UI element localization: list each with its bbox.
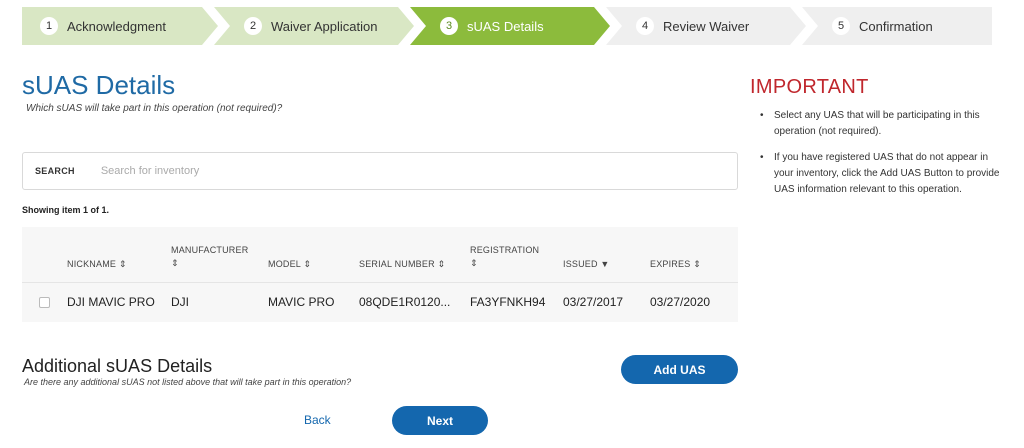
column-header-expires[interactable]: EXPIRES ⇕ bbox=[650, 258, 701, 271]
column-header-label: SERIAL NUMBER bbox=[359, 259, 435, 269]
cell-nickname: DJI MAVIC PRO bbox=[67, 295, 155, 309]
progress-stepper: 1 Acknowledgment 2 Waiver Application 3 … bbox=[22, 7, 992, 45]
cell-model: MAVIC PRO bbox=[268, 295, 335, 309]
sort-icon: ⇕ bbox=[470, 258, 478, 268]
step-number: 1 bbox=[40, 17, 58, 35]
search-bar: SEARCH bbox=[22, 152, 738, 190]
important-item: Select any UAS that will be participatin… bbox=[760, 108, 1000, 140]
column-header-label: REGISTRATION bbox=[470, 245, 540, 255]
cell-issued: 03/27/2017 bbox=[563, 295, 624, 309]
showing-count: Showing item 1 of 1. bbox=[22, 205, 109, 215]
back-link[interactable]: Back bbox=[304, 413, 331, 427]
step-suas-details[interactable]: 3 sUAS Details bbox=[410, 7, 610, 45]
column-header-label: MODEL bbox=[268, 259, 301, 269]
sort-desc-icon: ▼ bbox=[600, 259, 610, 269]
step-number: 2 bbox=[244, 17, 262, 35]
important-item: If you have registered UAS that do not a… bbox=[760, 150, 1000, 198]
step-number: 3 bbox=[440, 17, 458, 35]
search-input[interactable] bbox=[100, 165, 601, 177]
step-label: Confirmation bbox=[859, 18, 933, 34]
table-divider bbox=[22, 282, 738, 283]
progress-stepper-bar: 1 Acknowledgment 2 Waiver Application 3 … bbox=[0, 0, 1024, 56]
column-header-label: MANUFACTURER bbox=[171, 245, 249, 255]
step-label: Waiver Application bbox=[271, 18, 378, 34]
important-list: Select any UAS that will be participatin… bbox=[760, 108, 1000, 208]
inventory-table: NICKNAME ⇕ MANUFACTURER ⇕ MODEL ⇕ SERIAL… bbox=[22, 227, 738, 322]
column-header-label: EXPIRES bbox=[650, 259, 691, 269]
sort-icon: ⇕ bbox=[171, 258, 179, 268]
page-subtitle: Which sUAS will take part in this operat… bbox=[26, 103, 283, 114]
showing-range: 1 of 1 bbox=[83, 205, 107, 215]
column-header-nickname[interactable]: NICKNAME ⇕ bbox=[67, 258, 127, 271]
showing-suffix: . bbox=[106, 205, 110, 215]
sort-icon: ⇕ bbox=[693, 259, 701, 269]
page-title: sUAS Details bbox=[22, 70, 176, 100]
sort-icon: ⇕ bbox=[437, 259, 446, 269]
column-header-label: ISSUED bbox=[563, 259, 598, 269]
step-label: sUAS Details bbox=[467, 18, 544, 34]
step-waiver-application[interactable]: 2 Waiver Application bbox=[214, 7, 414, 45]
step-acknowledgment[interactable]: 1 Acknowledgment bbox=[22, 7, 218, 45]
additional-section-subtitle: Are there any additional sUAS not listed… bbox=[24, 377, 352, 387]
step-number: 4 bbox=[636, 17, 654, 35]
sort-icon: ⇕ bbox=[303, 259, 312, 269]
step-number: 5 bbox=[832, 17, 850, 35]
next-button[interactable]: Next bbox=[392, 406, 488, 435]
step-confirmation[interactable]: 5 Confirmation bbox=[802, 7, 992, 45]
column-header-issued[interactable]: ISSUED ▼ bbox=[563, 258, 610, 271]
column-header-model[interactable]: MODEL ⇕ bbox=[268, 258, 311, 271]
important-title: IMPORTANT bbox=[750, 76, 869, 98]
search-label: SEARCH bbox=[35, 166, 75, 176]
row-checkbox[interactable] bbox=[39, 297, 50, 308]
step-label: Review Waiver bbox=[663, 18, 750, 34]
cell-serial-number: 08QDE1R0120... bbox=[359, 295, 451, 309]
column-header-label: NICKNAME bbox=[67, 259, 117, 269]
additional-section-title: Additional sUAS Details bbox=[22, 356, 213, 376]
step-review-waiver[interactable]: 4 Review Waiver bbox=[606, 7, 806, 45]
add-uas-button[interactable]: Add UAS bbox=[621, 355, 738, 384]
cell-manufacturer: DJI bbox=[171, 295, 189, 309]
column-header-registration[interactable]: REGISTRATION ⇕ bbox=[470, 244, 539, 270]
cell-expires: 03/27/2020 bbox=[650, 295, 711, 309]
showing-prefix: Showing item bbox=[22, 205, 84, 215]
cell-registration: FA3YFNKH94 bbox=[470, 295, 546, 309]
column-header-manufacturer[interactable]: MANUFACTURER ⇕ bbox=[171, 244, 248, 270]
sort-icon: ⇕ bbox=[118, 259, 127, 269]
step-label: Acknowledgment bbox=[67, 18, 166, 34]
column-header-serial-number[interactable]: SERIAL NUMBER ⇕ bbox=[359, 258, 445, 271]
